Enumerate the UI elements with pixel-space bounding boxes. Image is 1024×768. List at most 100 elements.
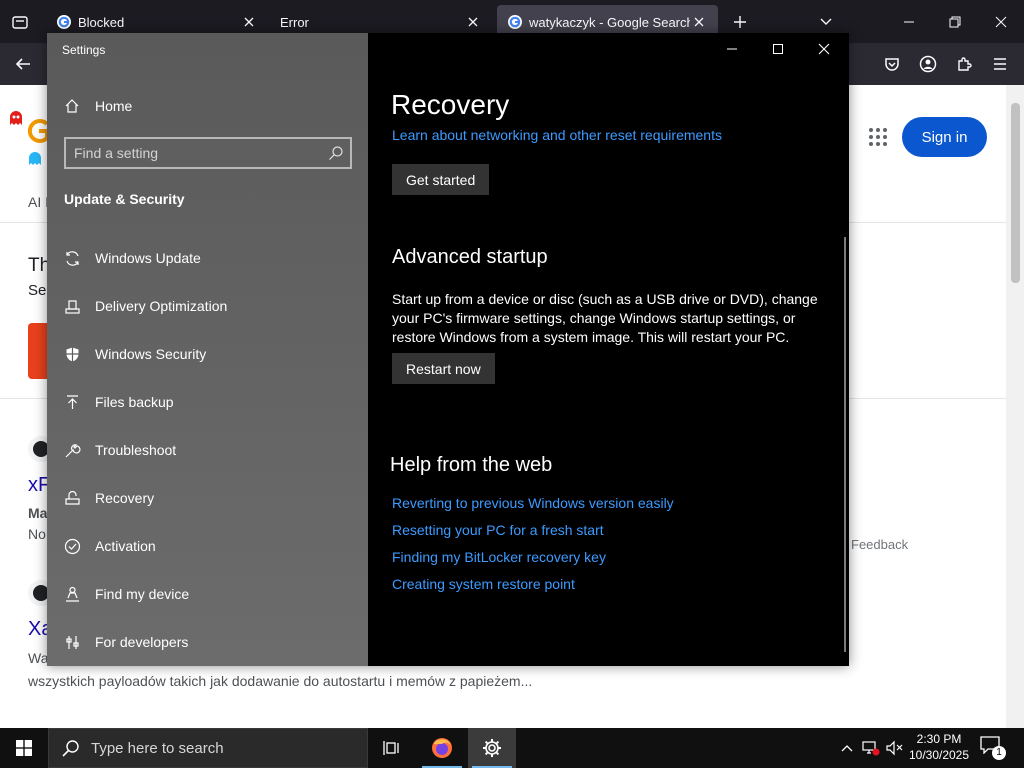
volume-button[interactable] [886,738,904,758]
speaker-muted-icon [886,740,903,756]
close-icon [818,43,830,55]
help-link-restore-point[interactable]: Creating system restore point [392,576,575,592]
browser-minimize-button[interactable] [886,6,932,38]
help-link-bitlocker-key[interactable]: Finding my BitLocker recovery key [392,549,606,565]
person-location-icon [63,585,81,603]
puzzle-icon [958,57,972,71]
tab-list-button[interactable] [6,8,34,36]
browser-close-button[interactable] [978,6,1024,38]
home-icon [63,97,81,115]
google-favicon-icon [57,15,71,29]
tab-title: Blocked [78,14,125,30]
sidebar-item-windows-security[interactable]: Windows Security [47,334,368,374]
delivery-icon [63,297,81,315]
wrench-icon [63,441,81,459]
window-title: Settings [62,43,106,57]
close-tab-button[interactable] [240,13,258,31]
result-desc-fragment: No [28,526,46,542]
task-view-button[interactable] [368,728,416,768]
sign-in-button[interactable]: Sign in [902,117,987,157]
start-button[interactable] [0,728,48,768]
close-tab-button[interactable] [464,13,482,31]
pocket-icon [885,58,899,71]
search-icon [62,740,79,757]
sidebar-item-for-developers[interactable]: For developers [47,622,368,662]
chevron-up-icon [841,745,853,752]
windows-taskbar: Type here to search 2:30 PM 10/30/2025 1 [0,728,1024,768]
result-meta-fragment: Ma [28,505,48,521]
taskbar-search[interactable]: Type here to search [48,728,368,768]
hamburger-menu-icon [994,58,1006,70]
notification-count-badge: 1 [992,746,1006,760]
scrollbar-thumb[interactable] [1011,103,1020,283]
menu-button[interactable] [986,50,1014,78]
feedback-link[interactable]: Feedback [851,537,908,552]
taskbar-firefox[interactable] [418,728,466,768]
close-tab-button[interactable] [690,13,708,31]
help-link-reset-pc[interactable]: Resetting your PC for a fresh start [392,522,604,538]
restart-now-button[interactable]: Restart now [392,353,495,384]
result-subheading-fragment: Se [28,282,47,299]
system-clock[interactable]: 2:30 PM 10/30/2025 [904,731,974,763]
account-icon [919,55,937,73]
sidebar-item-troubleshoot[interactable]: Troubleshoot [47,430,368,470]
pocket-button[interactable] [878,50,906,78]
maximize-icon [773,44,783,54]
close-icon [694,17,704,27]
settings-maximize-button[interactable] [755,33,801,65]
ai-mode-tab-fragment[interactable]: AI I [28,194,49,210]
list-all-tabs-button[interactable] [814,10,838,34]
browser-restore-button[interactable] [932,6,978,38]
help-from-web-heading: Help from the web [390,454,553,476]
taskbar-search-placeholder: Type here to search [91,739,224,757]
settings-close-button[interactable] [801,33,847,65]
content-scrollbar[interactable] [844,237,846,652]
chevron-down-icon [820,18,832,25]
task-view-icon [383,741,399,755]
action-center-button[interactable]: 1 [980,736,1006,760]
google-logo-fragment-icon [27,119,49,143]
sidebar-item-windows-update[interactable]: Windows Update [47,238,368,278]
page-title: Recovery [391,89,510,120]
close-icon [995,16,1007,28]
sidebar-item-label: Windows Update [95,250,201,266]
taskbar-settings[interactable] [468,728,516,768]
google-apps-button[interactable] [869,128,887,146]
network-status-button[interactable] [862,738,880,758]
tab-title: watykaczyk - Google Search [529,14,690,30]
settings-window: Settings Home Update & Security Windows … [47,33,849,666]
sidebar-item-recovery[interactable]: Recovery [47,478,368,518]
sidebar-item-label: Recovery [95,490,155,506]
sidebar-item-label: Files backup [95,394,174,410]
backup-arrow-icon [63,393,81,411]
page-scrollbar[interactable] [1006,85,1024,728]
sidebar-item-files-backup[interactable]: Files backup [47,382,368,422]
help-link-revert-windows[interactable]: Reverting to previous Windows version ea… [392,495,674,511]
reset-requirements-link[interactable]: Learn about networking and other reset r… [392,127,722,143]
sidebar-item-label: For developers [95,634,189,650]
shield-icon [63,345,81,363]
sidebar-item-home[interactable]: Home [47,86,368,126]
result-snippet: wszystkich payloadów takich jak dodawani… [28,673,533,689]
find-setting-search[interactable] [64,137,352,169]
tab-list-icon [12,16,28,29]
sidebar-item-label: Delivery Optimization [95,298,228,314]
result-desc-fragment: Wa [28,650,49,666]
section-title: Update & Security [64,191,185,207]
extensions-button[interactable] [950,50,978,78]
find-setting-input[interactable] [74,143,314,163]
back-button[interactable] [8,50,38,78]
settings-minimize-button[interactable] [709,33,755,65]
sidebar-item-find-my-device[interactable]: Find my device [47,574,368,614]
sidebar-item-label: Windows Security [95,346,207,362]
sidebar-item-delivery-optimization[interactable]: Delivery Optimization [47,286,368,326]
pacman-ghost-doodle-icon [10,111,22,125]
sidebar-item-label: Activation [95,538,156,554]
sidebar-item-activation[interactable]: Activation [47,526,368,566]
show-hidden-icons-button[interactable] [838,738,856,758]
sidebar-item-label: Troubleshoot [95,442,177,458]
get-started-button[interactable]: Get started [392,164,490,195]
account-button[interactable] [914,50,942,78]
new-tab-button[interactable] [728,10,752,34]
developer-icon [63,633,81,651]
